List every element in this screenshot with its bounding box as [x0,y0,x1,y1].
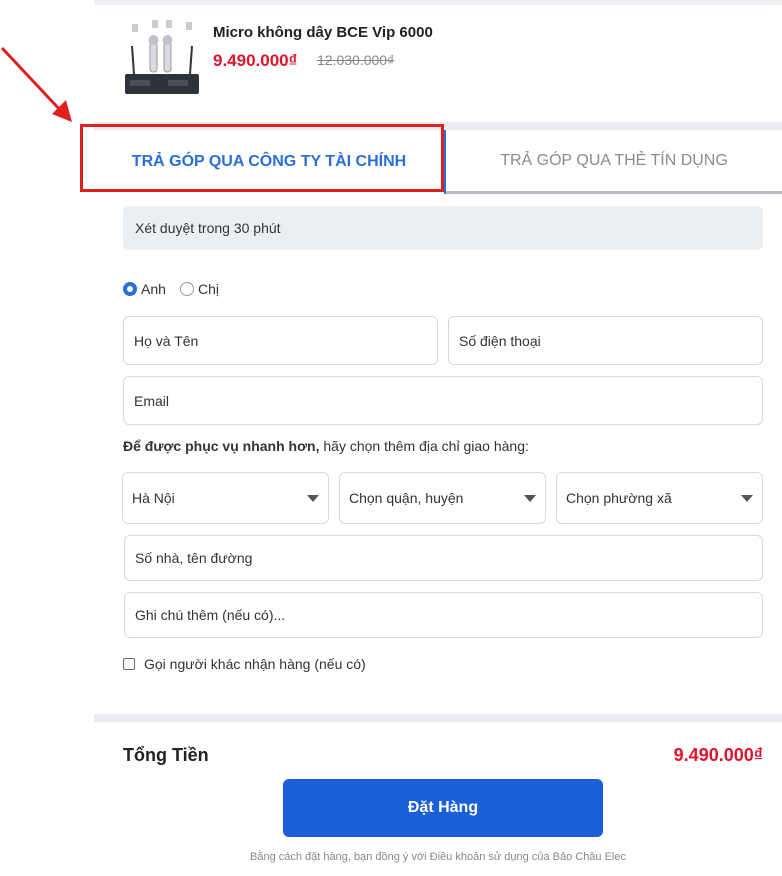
address-input[interactable]: Số nhà, tên đường [124,535,763,581]
gender-option-chi[interactable]: Chị [180,281,219,297]
approval-info-bar: Xét duyệt trong 30 phút [123,206,763,250]
radio-unselected-icon[interactable] [180,282,194,296]
city-select[interactable]: Hà Nội [122,472,329,524]
phone-placeholder: Số điện thoại [459,332,541,349]
chevron-down-icon [524,494,536,502]
annotation-arrow-icon [0,46,72,122]
terms-notice: Bằng cách đặt hàng, bạn đồng ý với Điều … [250,851,626,863]
total-value: 9.490.000₫ [673,745,763,765]
gender-label-chi: Chị [198,281,220,297]
chevron-down-icon [307,494,319,502]
radio-selected-icon[interactable] [123,282,137,296]
note-placeholder: Ghi chú thêm (nếu có)... [135,607,286,623]
gender-option-anh[interactable]: Anh [123,281,166,297]
tab-credit-card[interactable]: TRẢ GÓP QUA THẺ TÍN DỤNG [446,130,782,194]
section-divider [94,122,782,130]
other-receiver-checkbox[interactable] [123,658,135,670]
email-placeholder: Email [134,392,170,409]
tab-finance-company[interactable]: TRẢ GÓP QUA CÔNG TY TÀI CHÍNH [94,130,446,194]
product-old-price: 12.030.000₫ [317,52,395,68]
delivery-hint: Để được phục vụ nhanh hơn, hãy chọn thêm… [123,438,529,454]
approval-info-text: Xét duyệt trong 30 phút [135,220,281,236]
note-input[interactable]: Ghi chú thêm (nếu có)... [124,592,763,638]
district-select-value: Chọn quận, huyện [349,490,464,506]
product-image [125,20,199,94]
product-name: Micro không dây BCE Vip 6000 [213,24,433,41]
delivery-hint-bold: Để được phục vụ nhanh hơn, [123,438,320,454]
ward-select-value: Chọn phường xã [566,490,672,506]
place-order-button[interactable]: Đặt Hàng [283,779,603,837]
section-divider [94,714,782,722]
full-name-input[interactable]: Họ và Tên [123,316,438,365]
delivery-hint-rest: hãy chọn thêm địa chỉ giao hàng: [319,438,529,454]
top-divider [94,0,782,5]
gender-label-anh: Anh [141,281,166,297]
other-receiver-label: Gọi người khác nhận hàng (nếu có) [144,656,366,672]
product-price: 9.490.000₫ [213,51,298,70]
chevron-down-icon [741,494,753,502]
full-name-placeholder: Họ và Tên [134,332,199,349]
other-receiver-option[interactable]: Gọi người khác nhận hàng (nếu có) [123,656,366,672]
left-gutter [0,0,94,876]
city-select-value: Hà Nội [132,490,175,506]
ward-select[interactable]: Chọn phường xã [556,472,763,524]
district-select[interactable]: Chọn quận, huyện [339,472,546,524]
address-placeholder: Số nhà, tên đường [135,550,253,566]
phone-input[interactable]: Số điện thoại [448,316,763,365]
total-label: Tổng Tiền [123,745,209,765]
email-input[interactable]: Email [123,376,763,425]
